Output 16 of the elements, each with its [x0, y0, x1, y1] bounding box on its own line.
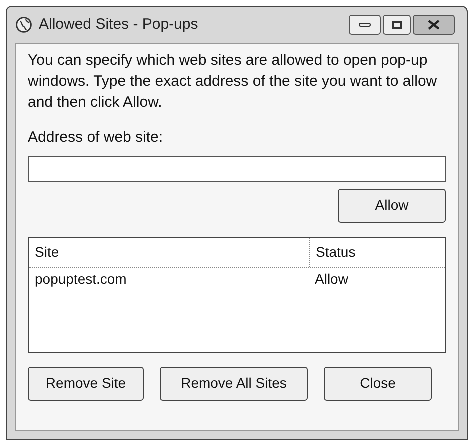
column-header[interactable]: Status — [309, 238, 445, 266]
dialog-button[interactable]: Close — [324, 366, 432, 400]
window-title: Allowed Sites - Pop-ups — [39, 14, 200, 35]
minimize-button[interactable] — [349, 15, 381, 35]
instructions-text: You can specify which web sites are allowed to open pop-up windows. Type the exact address of the site you want to allow and then click Allow. — [28, 51, 438, 113]
dialog-button[interactable]: Remove Site — [28, 366, 144, 400]
dialog-button[interactable]: Remove All Sites — [160, 366, 308, 400]
address-label: Address of web site: — [28, 128, 164, 148]
close-icon — [428, 20, 440, 30]
globe-icon — [15, 16, 33, 34]
allow-button[interactable]: Allow — [338, 188, 446, 222]
list-row[interactable]: popuptest.com Allow — [29, 268, 445, 292]
close-button[interactable] — [413, 15, 455, 35]
column-header[interactable]: Site — [29, 238, 309, 266]
address-field[interactable] — [28, 156, 446, 182]
maximize-button[interactable] — [383, 15, 411, 35]
